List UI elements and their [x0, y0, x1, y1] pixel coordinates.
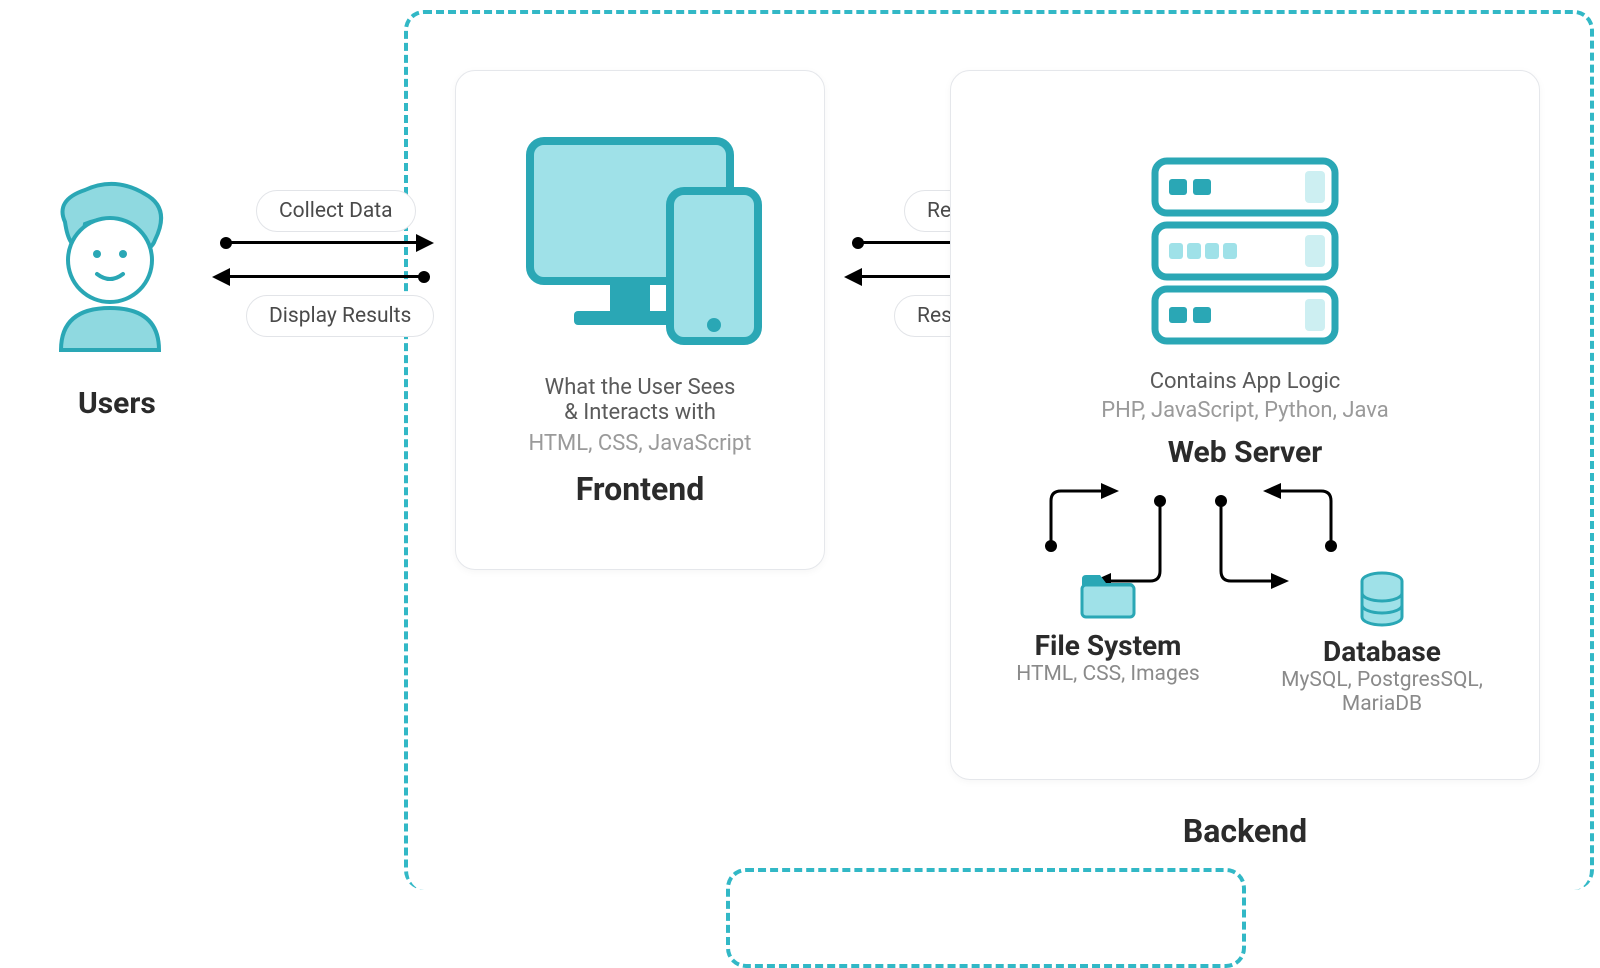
database-block: Database MySQL, PostgresSQL, MariaDB	[1262, 571, 1502, 716]
file-system-title: File System	[988, 629, 1228, 662]
web-server-label: Web Server	[951, 435, 1539, 470]
users-label: Users	[78, 386, 156, 421]
backend-desc: Contains App Logic	[951, 369, 1539, 394]
folder-icon	[1078, 571, 1138, 621]
backend-card: Contains App Logic PHP, JavaScript, Pyth…	[950, 70, 1540, 780]
database-title: Database	[1262, 635, 1502, 668]
backend-title: Backend	[950, 812, 1540, 850]
database-icon	[1357, 571, 1407, 627]
arrow-line	[226, 241, 416, 244]
label-display-results: Display Results	[246, 295, 434, 337]
frontend-card: What the User Sees & Interacts with HTML…	[455, 70, 825, 570]
user-icon	[35, 180, 185, 360]
backend-tech: PHP, JavaScript, Python, Java	[951, 398, 1539, 423]
arrow-head-right	[416, 234, 434, 252]
file-system-block: File System HTML, CSS, Images	[988, 571, 1228, 716]
arrow-head-left	[844, 268, 862, 286]
arrow-line	[230, 275, 420, 278]
monitor-tablet-icon	[510, 131, 770, 351]
label-collect-data: Collect Data	[256, 190, 416, 232]
arrow-head-left	[212, 268, 230, 286]
server-stack-icon	[1145, 151, 1345, 351]
frontend-desc-1: What the User Sees	[456, 375, 824, 400]
inner-dashed-box	[726, 868, 1246, 968]
database-desc: MySQL, PostgresSQL, MariaDB	[1262, 668, 1502, 716]
arrow-dot	[418, 271, 430, 283]
frontend-desc-2: & Interacts with	[456, 400, 824, 425]
users-block	[35, 180, 195, 364]
frontend-title: Frontend	[456, 470, 824, 508]
frontend-tech: HTML, CSS, JavaScript	[456, 431, 824, 456]
file-system-desc: HTML, CSS, Images	[988, 662, 1228, 686]
